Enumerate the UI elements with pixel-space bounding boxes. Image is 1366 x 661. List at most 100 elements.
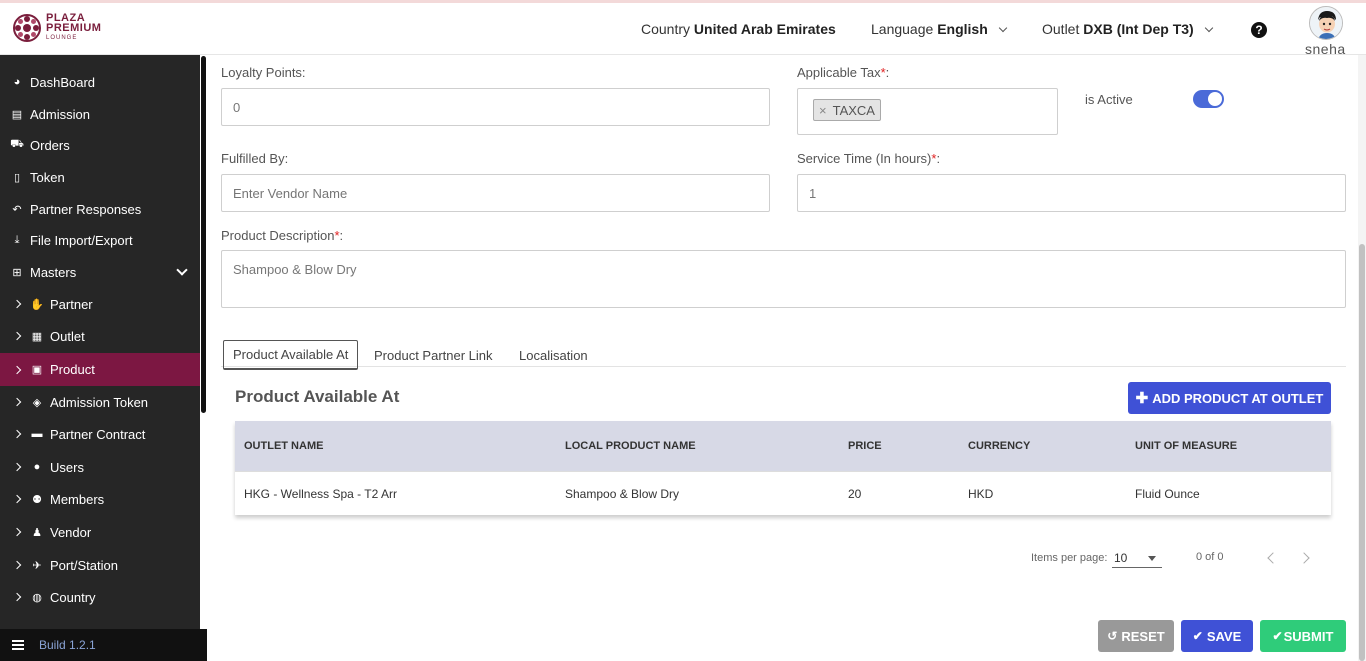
sidebar-scrollbar-thumb[interactable] xyxy=(201,56,206,413)
fulfilled-by-input[interactable] xyxy=(221,174,770,212)
outlet-dropdown[interactable]: Outlet DXB (Int Dep T3) xyxy=(1042,21,1213,37)
hamburger-menu-icon[interactable] xyxy=(12,640,24,650)
globe-icon: ◍ xyxy=(32,591,42,604)
chevron-down-icon xyxy=(998,23,1007,33)
chevron-right-icon xyxy=(12,527,22,537)
previous-page-icon[interactable] xyxy=(1267,552,1279,564)
language-label: Language xyxy=(871,21,934,37)
loyalty-points-input[interactable]: 0 xyxy=(221,88,770,126)
username[interactable]: sneha xyxy=(1305,41,1346,57)
save-label: SAVE xyxy=(1206,628,1242,644)
remove-chip-icon[interactable]: × xyxy=(819,103,827,118)
user-avatar-icon xyxy=(1310,7,1342,39)
chevron-right-icon xyxy=(12,560,22,570)
applicable-tax-multiselect[interactable]: × TAXCA xyxy=(797,88,1058,135)
sidebar-item-label: Partner Contract xyxy=(50,426,146,442)
build-version: Build 1.2.1 xyxy=(39,638,96,652)
add-product-at-outlet-button[interactable]: ✚ ADD PRODUCT AT OUTLET xyxy=(1128,382,1331,414)
column-header-currency[interactable]: CURRENCY xyxy=(959,440,1126,452)
sidebar-item-country[interactable]: ◍ Country xyxy=(0,581,200,613)
chevron-down-icon xyxy=(1204,23,1213,33)
sidebar-item-partner-responses[interactable]: ↶ Partner Responses xyxy=(0,193,200,225)
table-row[interactable]: HKG - Wellness Spa - T2 Arr Shampoo & Bl… xyxy=(235,471,1331,515)
column-header-price[interactable]: PRICE xyxy=(839,440,959,452)
building-icon: ▦ xyxy=(31,330,43,343)
check-icon: ✔ xyxy=(1192,629,1203,643)
cell-price: 20 xyxy=(848,486,862,501)
tachometer-icon: ◕ xyxy=(13,76,21,88)
users-icon: ⚉ xyxy=(32,493,42,506)
product-description-textarea[interactable]: Shampoo & Blow Dry xyxy=(221,250,1346,308)
add-product-at-outlet-label: ADD PRODUCT AT OUTLET xyxy=(1152,390,1324,406)
sidebar-item-token[interactable]: ▯ Token xyxy=(0,161,200,193)
sidebar-item-admission[interactable]: ▤ Admission xyxy=(0,98,200,130)
sidebar-item-port-station[interactable]: ✈ Port/Station xyxy=(0,549,200,581)
cell-unit-of-measure: Fluid Ounce xyxy=(1135,486,1200,501)
reply-all-icon: ↶ xyxy=(12,203,22,216)
save-button[interactable]: ✔ SAVE xyxy=(1181,620,1253,652)
chevron-right-icon xyxy=(12,365,22,374)
gift-icon: ▣ xyxy=(31,364,43,376)
pagination-range: 0 of 0 xyxy=(1196,551,1224,563)
cell-local-product-name: Shampoo & Blow Dry xyxy=(565,486,680,501)
language-dropdown[interactable]: Language English xyxy=(871,21,1007,37)
lotus-logo-icon xyxy=(13,14,41,42)
sidebar-item-label: Port/Station xyxy=(50,557,118,573)
cell-outlet-name: HKG - Wellness Spa - T2 Arr xyxy=(244,486,397,501)
sidebar-item-users[interactable]: ● Users xyxy=(0,451,200,483)
outlet-table: OUTLET NAME LOCAL PRODUCT NAME PRICE CUR… xyxy=(235,421,1331,515)
next-page-icon[interactable] xyxy=(1298,552,1310,564)
sidebar-item-vendor[interactable]: ♟ Vendor xyxy=(0,516,200,548)
is-active-toggle[interactable] xyxy=(1193,90,1224,108)
sidebar-item-admission-token[interactable]: ◈ Admission Token xyxy=(0,386,200,418)
tax-chip-label: TAXCA xyxy=(832,102,875,118)
label-colon: : xyxy=(885,65,890,80)
sidebar-item-label: Members xyxy=(50,491,105,507)
label-colon: : xyxy=(339,228,344,243)
top-header: PLAZA PREMIUM LOUNGE Country United Arab… xyxy=(0,3,1366,57)
service-time-label-text: Service Time (In hours) xyxy=(797,151,932,166)
language-value: English xyxy=(937,21,988,37)
check-icon: ✔ xyxy=(1272,629,1283,643)
submit-button[interactable]: ✔ SUBMIT xyxy=(1260,620,1346,652)
column-header-unit-of-measure[interactable]: UNIT OF MEASURE xyxy=(1126,440,1331,452)
id-card-icon: ▤ xyxy=(11,108,23,121)
sidebar-item-partner-contract[interactable]: ▬ Partner Contract xyxy=(0,418,200,450)
items-per-page-select[interactable]: 10 xyxy=(1112,549,1162,568)
sidebar-item-partner[interactable]: ✋ Partner xyxy=(0,288,200,320)
items-per-page-label: Items per page: xyxy=(1031,552,1108,564)
applicable-tax-label: Applicable Tax*: xyxy=(797,65,889,80)
sidebar-item-masters[interactable]: ⊞ Masters xyxy=(0,256,200,288)
chevron-right-icon xyxy=(12,299,22,309)
tab-product-available-at[interactable]: Product Available At xyxy=(223,340,359,370)
help-icon[interactable]: ? xyxy=(1251,22,1267,38)
service-time-input[interactable]: 1 xyxy=(797,174,1346,212)
reset-button[interactable]: ↺ RESET xyxy=(1098,620,1174,652)
sidebar-footer: Build 1.2.1 xyxy=(0,629,207,661)
file-icon: ▯ xyxy=(13,171,21,184)
chevron-right-icon xyxy=(12,462,22,472)
sidebar-item-label: Admission Token xyxy=(50,394,149,410)
column-header-outlet-name[interactable]: OUTLET NAME xyxy=(235,440,556,452)
column-header-local-product-name[interactable]: LOCAL PRODUCT NAME xyxy=(556,440,839,452)
sidebar-item-label: Partner xyxy=(50,296,93,312)
download-icon: ⤓ xyxy=(14,233,20,246)
tab-product-partner-link[interactable]: Product Partner Link xyxy=(374,340,493,370)
sidebar-item-product[interactable]: ▣ Product xyxy=(0,353,200,386)
brand-logo[interactable]: PLAZA PREMIUM LOUNGE xyxy=(12,13,101,43)
outlet-value: DXB (Int Dep T3) xyxy=(1083,21,1194,37)
main-scrollbar-thumb[interactable] xyxy=(1359,244,1365,661)
submit-label: SUBMIT xyxy=(1283,628,1334,644)
sidebar-item-file-import-export[interactable]: ⤓ File Import/Export xyxy=(0,224,200,256)
brand-wordmark: PLAZA PREMIUM LOUNGE xyxy=(46,13,101,43)
sidebar-item-dashboard[interactable]: ◕ DashBoard xyxy=(0,66,200,98)
loyalty-points-label: Loyalty Points: xyxy=(221,65,306,80)
sidebar-item-label: Masters xyxy=(30,264,77,280)
chevron-right-icon xyxy=(12,494,22,504)
tab-localisation[interactable]: Localisation xyxy=(519,340,588,370)
avatar[interactable] xyxy=(1309,6,1343,40)
sidebar-item-members[interactable]: ⚉ Members xyxy=(0,483,200,515)
fulfilled-by-label: Fulfilled By: xyxy=(221,151,289,166)
sidebar-item-outlet[interactable]: ▦ Outlet xyxy=(0,320,200,352)
sidebar-item-orders[interactable]: ⛟ Orders xyxy=(0,129,200,161)
